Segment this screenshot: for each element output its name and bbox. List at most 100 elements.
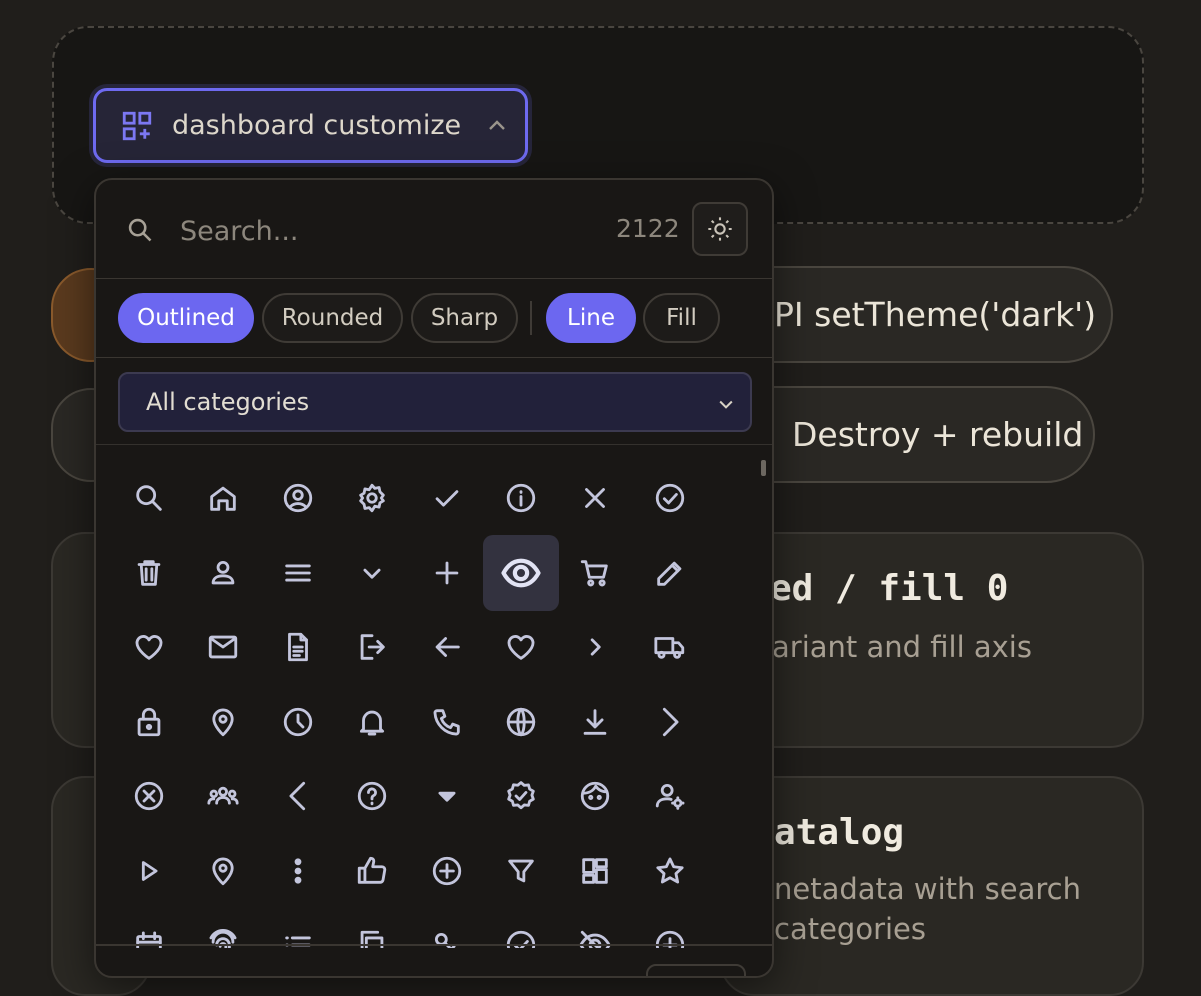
- icon-cell[interactable]: [409, 535, 485, 611]
- icon-cell[interactable]: [632, 758, 708, 834]
- icon-cell[interactable]: [632, 907, 708, 948]
- icon-cell[interactable]: [483, 833, 559, 909]
- icon-cell[interactable]: [111, 907, 187, 948]
- icon-cell[interactable]: [334, 833, 410, 909]
- icon-cell[interactable]: [632, 609, 708, 685]
- icon-cell[interactable]: [334, 758, 410, 834]
- icon-cell[interactable]: [483, 758, 559, 834]
- icon-cell[interactable]: [409, 758, 485, 834]
- card-title: atalog: [774, 812, 905, 853]
- icon-cell[interactable]: [260, 758, 336, 834]
- icon-cell[interactable]: [111, 535, 187, 611]
- visibility-icon: [501, 558, 541, 588]
- close-icon: [585, 488, 605, 508]
- icon-cell[interactable]: [185, 684, 261, 760]
- icon-cell[interactable]: [409, 460, 485, 536]
- icon-cell[interactable]: [409, 907, 485, 948]
- arrow-drop-down-icon: [438, 791, 456, 802]
- grid-separator: [96, 444, 772, 445]
- footer-button[interactable]: [646, 964, 746, 976]
- play-arrow-icon: [141, 861, 158, 881]
- icon-cell[interactable]: [260, 535, 336, 611]
- icon-cell[interactable]: [334, 535, 410, 611]
- icon-cell[interactable]: [185, 758, 261, 834]
- search-input[interactable]: [178, 208, 582, 254]
- groups-icon: [207, 786, 239, 805]
- chip-sharp[interactable]: Sharp: [411, 293, 518, 343]
- arrow-back-icon: [435, 637, 460, 657]
- account-circle-icon: [283, 483, 313, 513]
- icon-cell[interactable]: [111, 609, 187, 685]
- icon-cell[interactable]: [483, 609, 559, 685]
- icon-cell[interactable]: [260, 460, 336, 536]
- icon-cell[interactable]: [557, 684, 633, 760]
- icon-cell[interactable]: [260, 609, 336, 685]
- demo-card-variant: ed / fill 0 ariant and fill axis: [720, 532, 1144, 748]
- icon-cell[interactable]: [557, 535, 633, 611]
- location-on-icon: [212, 857, 234, 886]
- help-icon: [357, 781, 387, 811]
- demo-card-catalog: atalog netadata with search categories: [720, 776, 1144, 996]
- icon-cell[interactable]: [334, 609, 410, 685]
- icon-cell[interactable]: [483, 535, 559, 611]
- icon-cell[interactable]: [111, 758, 187, 834]
- icon-cell[interactable]: [334, 684, 410, 760]
- icon-cell[interactable]: [185, 907, 261, 948]
- icon-cell[interactable]: [632, 684, 708, 760]
- icon-cell[interactable]: [185, 833, 261, 909]
- icon-cell[interactable]: [409, 833, 485, 909]
- icon-cell[interactable]: [111, 684, 187, 760]
- arrow-forward-ios-icon: [662, 707, 679, 737]
- icon-picker-trigger[interactable]: dashboard customize: [93, 88, 528, 163]
- set-theme-button[interactable]: PI setTheme('dark'): [720, 266, 1113, 363]
- menu-icon: [285, 564, 311, 582]
- chip-rounded[interactable]: Rounded: [262, 293, 403, 343]
- chip-outlined[interactable]: Outlined: [118, 293, 254, 343]
- icon-cell[interactable]: [557, 609, 633, 685]
- icon-cell[interactable]: [185, 609, 261, 685]
- icon-cell[interactable]: [483, 460, 559, 536]
- icon-cell[interactable]: [632, 833, 708, 909]
- shopping-cart-icon: [580, 560, 608, 587]
- language-icon: [506, 707, 536, 737]
- card-title: ed / fill 0: [770, 568, 1009, 609]
- icon-cell[interactable]: [409, 609, 485, 685]
- icon-cell[interactable]: [557, 907, 633, 948]
- scrollbar[interactable]: [758, 450, 768, 950]
- icon-cell[interactable]: [334, 907, 410, 948]
- icon-cell[interactable]: [557, 833, 633, 909]
- icon-grid: [111, 460, 741, 948]
- destroy-rebuild-button[interactable]: Destroy + rebuild: [720, 386, 1095, 483]
- icon-cell[interactable]: [185, 535, 261, 611]
- search-icon: [128, 218, 152, 242]
- icon-cell[interactable]: [260, 833, 336, 909]
- arrow-back-ios-icon: [289, 781, 306, 811]
- scroll-thumb[interactable]: [761, 460, 766, 476]
- icon-cell[interactable]: [260, 684, 336, 760]
- add-icon: [435, 561, 459, 585]
- chip-fill[interactable]: Fill: [643, 293, 720, 343]
- logout-icon: [360, 634, 385, 660]
- icon-cell[interactable]: [260, 907, 336, 948]
- icon-cell[interactable]: [185, 460, 261, 536]
- icon-cell[interactable]: [557, 460, 633, 536]
- home-icon: [210, 486, 236, 511]
- icon-cell[interactable]: [111, 460, 187, 536]
- chevron-up-icon: [489, 119, 505, 130]
- mail-icon: [208, 635, 238, 659]
- sun-icon: [708, 217, 732, 241]
- chip-line[interactable]: Line: [546, 293, 636, 343]
- icon-cell[interactable]: [632, 535, 708, 611]
- icon-cell[interactable]: [483, 907, 559, 948]
- icon-cell[interactable]: [557, 758, 633, 834]
- lock-icon: [137, 707, 161, 737]
- icon-cell[interactable]: [111, 833, 187, 909]
- theme-toggle-button[interactable]: [692, 202, 748, 256]
- category-select[interactable]: All categories: [118, 372, 752, 432]
- icon-cell[interactable]: [409, 684, 485, 760]
- icon-cell[interactable]: [632, 460, 708, 536]
- info-icon: [506, 483, 536, 513]
- manage-accounts-icon: [655, 783, 685, 810]
- icon-cell[interactable]: [334, 460, 410, 536]
- icon-cell[interactable]: [483, 684, 559, 760]
